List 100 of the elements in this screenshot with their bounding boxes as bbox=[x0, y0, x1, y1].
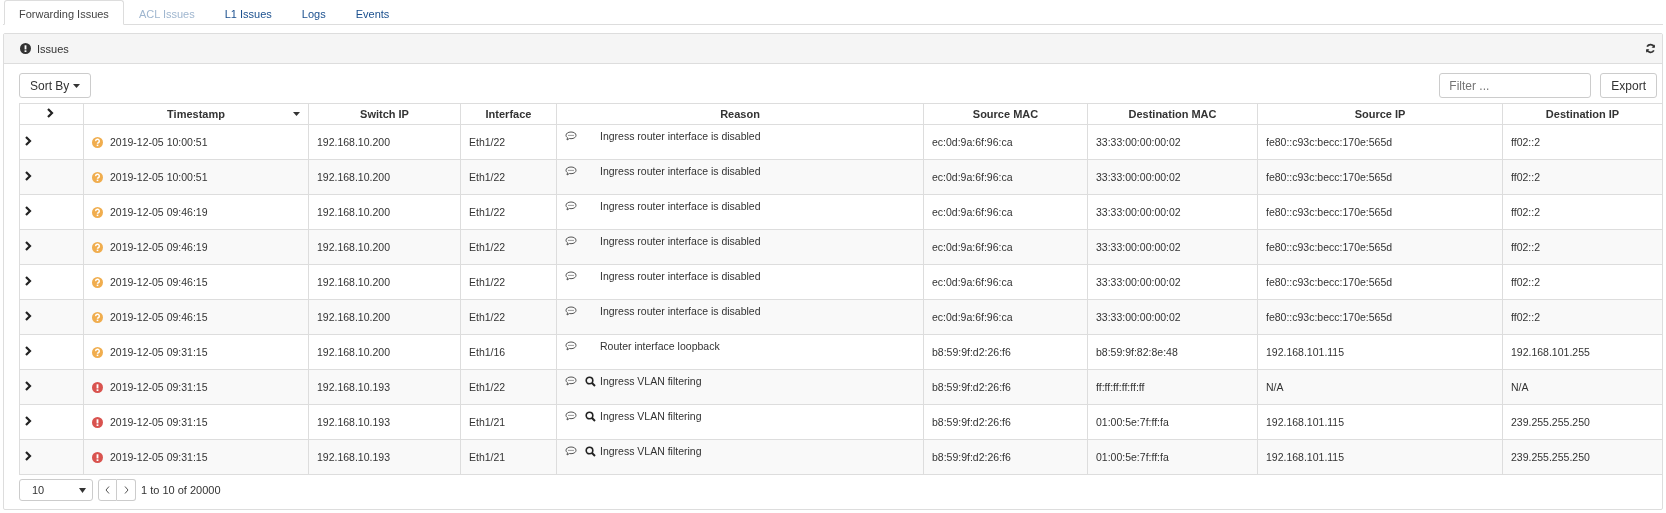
table-cell: 239.255.255.250 bbox=[1502, 439, 1663, 475]
chevron-right-icon[interactable] bbox=[25, 451, 32, 461]
comment-icon[interactable] bbox=[565, 376, 577, 386]
sort-by-button[interactable]: Sort By bbox=[19, 73, 92, 98]
table-cell: 192.168.10.200 bbox=[308, 334, 461, 370]
table-cell: 33:33:00:00:00:02 bbox=[1087, 124, 1258, 160]
table-cell: 33:33:00:00:00:02 bbox=[1087, 229, 1258, 265]
column-title: Timestamp bbox=[167, 108, 225, 120]
table-cell: 33:33:00:00:00:02 bbox=[1087, 299, 1258, 335]
column-header[interactable]: Timestamp bbox=[83, 103, 309, 125]
table-cell: 192.168.101.115 bbox=[1257, 404, 1503, 440]
page-size-select[interactable]: 10 bbox=[19, 479, 93, 501]
table-cell: ff02::2 bbox=[1502, 299, 1663, 335]
timestamp-text: 2019-12-05 09:31:15 bbox=[110, 346, 208, 358]
table-cell: Eth1/22 bbox=[460, 124, 557, 160]
comment-icon[interactable] bbox=[565, 201, 577, 211]
table-cell: b8:59:9f:d2:26:f6 bbox=[923, 439, 1088, 475]
table-cell: ff02::2 bbox=[1502, 264, 1663, 300]
column-header[interactable]: Destination MAC bbox=[1087, 103, 1258, 125]
table-cell: N/A bbox=[1257, 369, 1503, 405]
table-cell: 01:00:5e:7f:ff:fa bbox=[1087, 439, 1258, 475]
table-cell: ec:0d:9a:6f:96:ca bbox=[923, 124, 1088, 160]
tab[interactable]: Forwarding Issues bbox=[4, 0, 124, 25]
chevron-right-icon[interactable] bbox=[25, 136, 32, 146]
table-cell: b8:59:9f:d2:26:f6 bbox=[923, 369, 1088, 405]
chevron-right-icon[interactable] bbox=[25, 311, 32, 321]
table-cell: ff02::2 bbox=[1502, 229, 1663, 265]
table-cell: ff:ff:ff:ff:ff:ff bbox=[1087, 369, 1258, 405]
comment-icon[interactable] bbox=[565, 271, 577, 281]
comment-icon[interactable] bbox=[565, 341, 577, 351]
chevron-right-icon[interactable] bbox=[25, 276, 32, 286]
page-range-text: 1 to 10 of 20000 bbox=[141, 484, 221, 496]
column-title: Destination MAC bbox=[1128, 108, 1217, 120]
search-icon[interactable] bbox=[585, 445, 596, 457]
search-icon[interactable] bbox=[585, 375, 596, 387]
tab[interactable]: Events bbox=[340, 0, 405, 25]
chevron-right-icon[interactable] bbox=[25, 241, 32, 251]
chevron-right-icon[interactable] bbox=[25, 381, 32, 391]
table-cell: 33:33:00:00:00:02 bbox=[1087, 264, 1258, 300]
table-cell: fe80::c93c:becc:170e:565d bbox=[1257, 159, 1503, 195]
sort-caret-icon[interactable] bbox=[293, 112, 300, 116]
comment-icon[interactable] bbox=[565, 446, 577, 456]
column-title: Destination IP bbox=[1545, 108, 1620, 120]
refresh-icon[interactable] bbox=[1645, 43, 1656, 54]
table-cell: ec:0d:9a:6f:96:ca bbox=[923, 159, 1088, 195]
table-cell: fe80::c93c:becc:170e:565d bbox=[1257, 194, 1503, 230]
timestamp-text: 2019-12-05 09:46:19 bbox=[110, 206, 208, 218]
table-cell: Eth1/21 bbox=[460, 404, 557, 440]
table-cell: ec:0d:9a:6f:96:ca bbox=[923, 299, 1088, 335]
filter-field[interactable]: Filter ... bbox=[1439, 73, 1592, 98]
comment-icon[interactable] bbox=[565, 131, 577, 141]
search-icon[interactable] bbox=[585, 410, 596, 422]
table-cell: 192.168.10.200 bbox=[308, 229, 461, 265]
table-cell: 192.168.10.200 bbox=[308, 299, 461, 335]
table-cell: fe80::c93c:becc:170e:565d bbox=[1257, 299, 1503, 335]
column-title: Source MAC bbox=[972, 108, 1039, 120]
chevron-right-icon[interactable] bbox=[25, 346, 32, 356]
tab[interactable]: Logs bbox=[286, 0, 341, 25]
table-cell: 192.168.101.115 bbox=[1257, 334, 1503, 370]
column-header[interactable]: Switch IP bbox=[308, 103, 461, 125]
comment-icon[interactable] bbox=[565, 411, 577, 421]
column-header[interactable]: Interface bbox=[460, 103, 557, 125]
column-header[interactable]: Reason bbox=[556, 103, 924, 125]
column-header[interactable]: Source MAC bbox=[923, 103, 1088, 125]
chevron-right-icon[interactable] bbox=[25, 206, 32, 216]
export-button[interactable]: Export bbox=[1600, 73, 1657, 98]
table-cell: 192.168.10.193 bbox=[308, 439, 461, 475]
column-title: Interface bbox=[485, 108, 532, 120]
reason-text: Ingress router interface is disabled bbox=[600, 305, 761, 317]
table-cell: b8:59:9f:d2:26:f6 bbox=[923, 334, 1088, 370]
table-cell: fe80::c93c:becc:170e:565d bbox=[1257, 124, 1503, 160]
chevron-right-icon[interactable] bbox=[25, 416, 32, 426]
comment-icon[interactable] bbox=[565, 166, 577, 176]
table-cell: 192.168.101.115 bbox=[1257, 439, 1503, 475]
table-cell: Eth1/22 bbox=[460, 299, 557, 335]
reason-text: Router interface loopback bbox=[600, 340, 720, 352]
column-header[interactable]: Destination IP bbox=[1502, 103, 1663, 125]
table-cell: ff02::2 bbox=[1502, 159, 1663, 195]
timestamp-text: 2019-12-05 09:31:15 bbox=[110, 451, 208, 463]
comment-icon[interactable] bbox=[565, 306, 577, 316]
panel-title: Issues bbox=[37, 42, 69, 55]
table-cell: fe80::c93c:becc:170e:565d bbox=[1257, 264, 1503, 300]
comment-icon[interactable] bbox=[565, 236, 577, 246]
tab[interactable]: L1 Issues bbox=[209, 0, 287, 25]
table-cell: 192.168.10.193 bbox=[308, 369, 461, 405]
timestamp-text: 2019-12-05 09:46:19 bbox=[110, 241, 208, 253]
column-header[interactable]: Source IP bbox=[1257, 103, 1503, 125]
table-cell: 192.168.10.200 bbox=[308, 124, 461, 160]
chevron-right-icon[interactable] bbox=[25, 171, 32, 181]
table-cell: Eth1/22 bbox=[460, 369, 557, 405]
table-cell: 192.168.10.193 bbox=[308, 404, 461, 440]
chevron-right-icon[interactable] bbox=[46, 108, 54, 118]
reason-text: Ingress router interface is disabled bbox=[600, 270, 761, 282]
table-cell: N/A bbox=[1502, 369, 1663, 405]
reason-text: Ingress VLAN filtering bbox=[600, 375, 702, 387]
reason-text: Ingress VLAN filtering bbox=[600, 445, 702, 457]
table-cell: Eth1/16 bbox=[460, 334, 557, 370]
table-cell: b8:59:9f:d2:26:f6 bbox=[923, 404, 1088, 440]
table-cell: Eth1/22 bbox=[460, 194, 557, 230]
table-cell: fe80::c93c:becc:170e:565d bbox=[1257, 229, 1503, 265]
